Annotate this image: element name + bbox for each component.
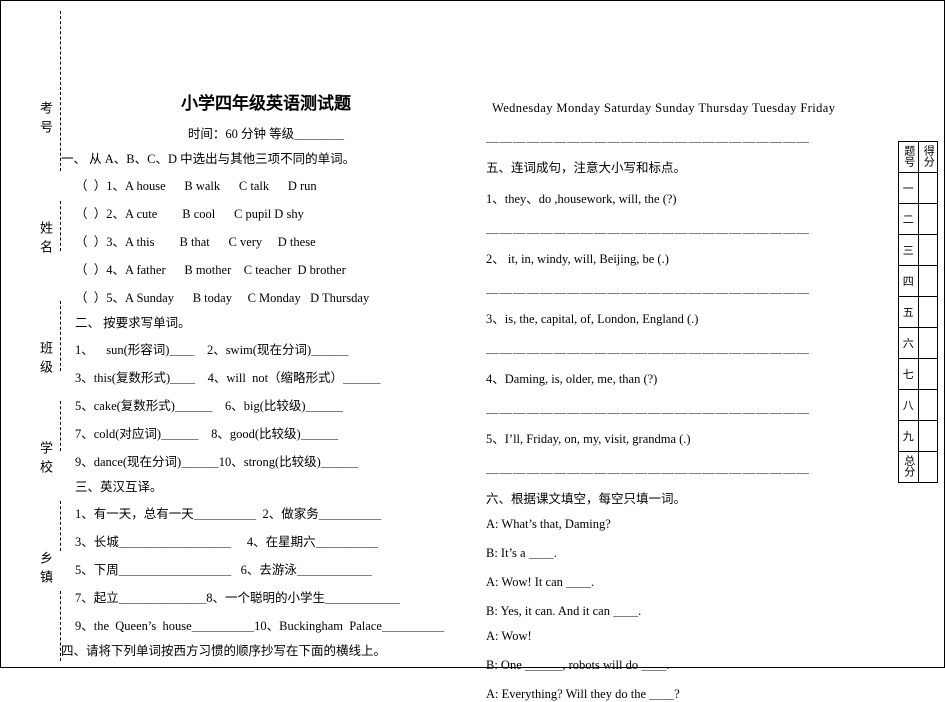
section-1-item-3: （ ）3、A this B that C very D these <box>75 235 316 250</box>
section-5-heading: 五、连词成句，注意大小写和标点。 <box>486 161 687 175</box>
section-3-item-3: 5、下周＿＿＿＿＿＿＿＿＿ 6、去游泳＿＿＿＿＿＿ <box>75 563 372 578</box>
right-column: Wednesday Monday Saturday Sunday Thursda… <box>486 5 856 702</box>
vertical-label-xiangzhen: 乡镇 <box>38 551 53 589</box>
score-row-value-6[interactable] <box>917 327 938 359</box>
section-1-item-4: （ ）4、A father B mother C teacher D broth… <box>75 263 346 278</box>
score-row-label-5: 五 <box>898 296 919 328</box>
vertical-label-xingming: 姓名 <box>38 221 53 259</box>
dialogue-line-5: A: Wow! <box>486 629 532 643</box>
score-row-label-7: 七 <box>898 358 919 390</box>
dialogue-line-6: B: One ＿＿＿, robots will do ＿＿. <box>486 658 670 672</box>
score-table-row: 九 <box>898 420 938 452</box>
score-table-row: 八 <box>898 389 938 421</box>
score-row-label-3: 三 <box>898 234 919 266</box>
student-info-strip: 考号 姓名 班级 学校 乡镇 <box>15 11 61 661</box>
section-2-item-2: 3、this(复数形式)＿＿ 4、will not（缩略形式）＿＿＿ <box>75 371 381 386</box>
score-table-header-left-text: 题号 <box>902 144 915 167</box>
section-1-item-1: （ ）1、A house B walk C talk D run <box>75 179 317 194</box>
score-row-label-4: 四 <box>898 265 919 297</box>
section-5-item-2: 2、 it, in, windy, will, Beijing, be (.) <box>486 252 669 266</box>
dialogue-line-7: A: Everything? Will they do the ＿＿? <box>486 687 680 701</box>
weekday-word-list: Wednesday Monday Saturday Sunday Thursda… <box>492 101 836 115</box>
section-3-heading: 三、英汉互译。 <box>75 480 163 495</box>
score-table-row: 六 <box>898 327 938 359</box>
dialogue-line-2: B: It’s a ＿＿. <box>486 546 557 560</box>
section-1-item-5: （ ）5、A Sunday B today C Monday D Thursda… <box>75 291 370 306</box>
section-5-item-1: 1、they、do ,housework, will, the (?) <box>486 192 677 206</box>
dialogue-line-3: A: Wow! It can ＿＿. <box>486 575 595 589</box>
paper-content: 小学四年级英语测试题 时间：60 分钟 等级＿＿＿＿ 一、 从 A、B、C、D … <box>61 5 941 701</box>
score-table-header-left: 题号 <box>898 141 919 173</box>
answer-blank-line: ＿＿＿＿＿＿＿＿＿＿＿＿＿＿＿＿＿＿＿＿＿＿＿＿ <box>486 130 811 144</box>
exam-paper-page: 考号 姓名 班级 学校 乡镇 小学四年级英语测试题 时间：60 分钟 等级＿＿＿… <box>0 0 945 701</box>
section-5-item-4: 4、Daming, is, older, me, than (?) <box>486 372 658 386</box>
section-2-item-1: 1、 sun(形容词)＿＿ 2、swim(现在分词)＿＿＿ <box>75 343 349 358</box>
dialogue-line-4: B: Yes, it can. And it can ＿＿. <box>486 604 642 618</box>
score-table-header-row: 题号 得分 <box>898 141 938 173</box>
section-5-blank-3: ＿＿＿＿＿＿＿＿＿＿＿＿＿＿＿＿＿＿＿＿＿＿＿＿ <box>486 341 811 355</box>
score-table: 题号 得分 一 二 三 四 五 六 七 八 九 总分 <box>898 141 938 483</box>
score-row-label-6: 六 <box>898 327 919 359</box>
score-row-label-1: 一 <box>898 172 919 204</box>
score-row-value-7[interactable] <box>917 358 938 390</box>
score-row-value-8[interactable] <box>917 389 938 421</box>
score-table-row: 二 <box>898 203 938 235</box>
section-5-item-3: 3、is, the, capital, of, London, England … <box>486 312 699 326</box>
section-5-blank-5: ＿＿＿＿＿＿＿＿＿＿＿＿＿＿＿＿＿＿＿＿＿＿＿＿ <box>486 461 811 475</box>
score-row-value-5[interactable] <box>917 296 938 328</box>
vertical-label-banji: 班级 <box>38 341 53 379</box>
score-row-label-8: 八 <box>898 389 919 421</box>
score-row-value-3[interactable] <box>917 234 938 266</box>
section-5-item-5: 5、I’ll, Friday, on, my, visit, grandma (… <box>486 432 691 446</box>
section-5-blank-1: ＿＿＿＿＿＿＿＿＿＿＿＿＿＿＿＿＿＿＿＿＿＿＿＿ <box>486 221 811 235</box>
score-row-value-total[interactable] <box>917 451 938 483</box>
section-3-item-2: 3、长城＿＿＿＿＿＿＿＿＿ 4、在星期六＿＿＿＿＿ <box>75 535 379 550</box>
section-3-item-5: 9、the Queen’s house＿＿＿＿＿10、Buckingham Pa… <box>75 619 445 634</box>
score-table-row: 四 <box>898 265 938 297</box>
dialogue-line-1: A: What’s that, Daming? <box>486 517 611 531</box>
score-table-header-right-text: 得分 <box>922 144 935 167</box>
score-table-row: 一 <box>898 172 938 204</box>
section-2-heading: 二、 按要求写单词。 <box>75 316 191 331</box>
score-row-label-9: 九 <box>898 420 919 452</box>
section-3-item-4: 7、起立＿＿＿＿＿＿＿8、一个聪明的小学生＿＿＿＿＿＿ <box>75 591 401 606</box>
score-table-row: 三 <box>898 234 938 266</box>
score-row-value-4[interactable] <box>917 265 938 297</box>
score-table-row: 七 <box>898 358 938 390</box>
score-row-label-total: 总分 <box>898 451 919 483</box>
paper-subtitle: 时间：60 分钟 等级＿＿＿＿ <box>187 127 345 141</box>
left-column: 小学四年级英语测试题 时间：60 分钟 等级＿＿＿＿ 一、 从 A、B、C、D … <box>61 5 471 659</box>
section-3-item-1: 1、有一天，总有一天＿＿＿＿＿ 2、做家务＿＿＿＿＿ <box>75 507 382 522</box>
score-row-label-2: 二 <box>898 203 919 235</box>
score-row-label-total-text: 总分 <box>902 454 915 477</box>
page-title: 小学四年级英语测试题 <box>181 94 351 113</box>
score-row-value-2[interactable] <box>917 203 938 235</box>
score-row-value-9[interactable] <box>917 420 938 452</box>
score-table-row: 五 <box>898 296 938 328</box>
vertical-label-xuexiao: 学校 <box>38 441 53 479</box>
section-6-heading: 六、根据课文填空，每空只填一词。 <box>486 492 687 506</box>
section-2-item-5: 9、dance(现在分词)＿＿＿10、strong(比较级)＿＿＿ <box>75 455 359 470</box>
section-5-blank-2: ＿＿＿＿＿＿＿＿＿＿＿＿＿＿＿＿＿＿＿＿＿＿＿＿ <box>486 281 811 295</box>
section-5-blank-4: ＿＿＿＿＿＿＿＿＿＿＿＿＿＿＿＿＿＿＿＿＿＿＿＿ <box>486 401 811 415</box>
score-table-row: 总分 <box>898 451 938 483</box>
vertical-label-kaohao: 考号 <box>38 101 53 139</box>
score-table-header-right: 得分 <box>917 141 938 173</box>
section-1-heading: 一、 从 A、B、C、D 中选出与其他三项不同的单词。 <box>61 152 356 166</box>
section-4-heading: 四、请将下列单词按西方习惯的顺序抄写在下面的横线上。 <box>61 644 387 659</box>
section-1-item-2: （ ）2、A cute B cool C pupil D shy <box>75 207 304 222</box>
score-row-value-1[interactable] <box>917 172 938 204</box>
section-2-item-4: 7、cold(对应词)＿＿＿ 8、good(比较级)＿＿＿ <box>75 427 339 442</box>
section-2-item-3: 5、cake(复数形式)＿＿＿ 6、big(比较级)＿＿＿ <box>75 399 344 414</box>
